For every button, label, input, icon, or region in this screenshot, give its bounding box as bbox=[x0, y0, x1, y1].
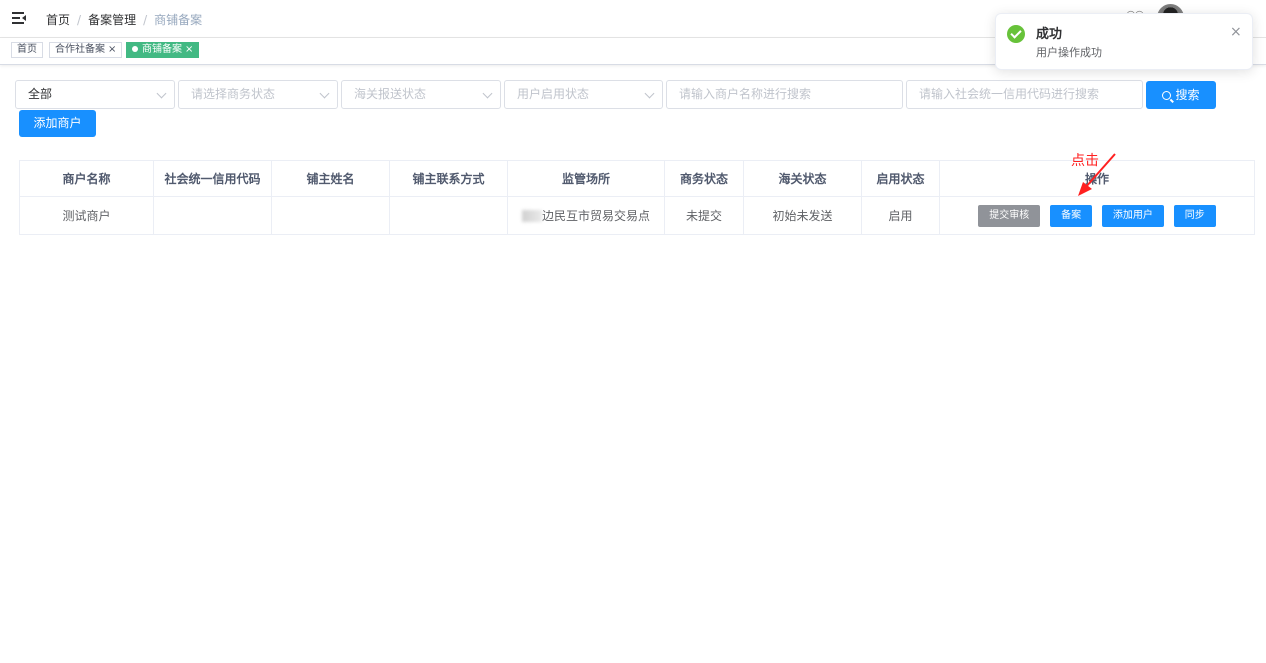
column-header: 铺主联系方式 bbox=[389, 160, 508, 197]
customs-status-cell: 初始未发送 bbox=[743, 196, 862, 235]
merchant-name-search-input[interactable]: 请输入商户名称进行搜索 bbox=[666, 80, 903, 109]
close-icon[interactable]: × bbox=[185, 44, 193, 55]
breadcrumb-home[interactable]: 首页 bbox=[46, 11, 70, 28]
filing-button[interactable]: 备案 bbox=[1050, 204, 1093, 227]
chevron-down-icon bbox=[482, 88, 493, 99]
close-icon[interactable]: × bbox=[1230, 24, 1242, 40]
add-user-button[interactable]: 添加用户 bbox=[1101, 204, 1164, 227]
column-header: 海关状态 bbox=[743, 160, 862, 197]
column-header: 启用状态 bbox=[861, 160, 940, 197]
column-header: 社会统一信用代码 bbox=[153, 160, 272, 197]
table-row: 测试商户 边民互市贸易交易点 未提交 初始未发送 启用 提交审核 备案 添加用户… bbox=[19, 196, 1255, 235]
notification-title: 成功 bbox=[1036, 27, 1063, 42]
user-status-select[interactable]: 用户启用状态 bbox=[504, 80, 663, 109]
breadcrumb-filing-management[interactable]: 备案管理 bbox=[88, 11, 136, 28]
tag-shop-filing[interactable]: 商铺备案 × bbox=[126, 42, 200, 58]
chevron-down-icon bbox=[319, 88, 330, 99]
merchant-name-cell: 测试商户 bbox=[19, 196, 154, 235]
scope-select[interactable]: 全部 bbox=[15, 80, 175, 109]
table-header-row: 商户名称 社会统一信用代码 铺主姓名 铺主联系方式 监管场所 商务状态 海关状态… bbox=[19, 160, 1255, 197]
owner-name-cell bbox=[271, 196, 390, 235]
sync-button[interactable]: 同步 bbox=[1173, 204, 1216, 227]
column-header: 铺主姓名 bbox=[271, 160, 390, 197]
chevron-down-icon bbox=[644, 88, 655, 99]
business-status-select[interactable]: 请选择商务状态 bbox=[178, 80, 338, 109]
close-icon[interactable]: × bbox=[108, 44, 116, 55]
business-status-cell: 未提交 bbox=[664, 196, 744, 235]
breadcrumb: 首页 / 备案管理 / 商铺备案 bbox=[46, 11, 203, 28]
add-merchant-button[interactable]: 添加商户 bbox=[19, 110, 96, 137]
search-button[interactable]: 搜索 bbox=[1146, 81, 1216, 109]
site-cell: 边民互市贸易交易点 bbox=[507, 196, 665, 235]
active-dot-icon bbox=[132, 46, 138, 52]
annotation-label: 点击 bbox=[1071, 153, 1099, 169]
credit-code-search-input[interactable]: 请输入社会统一信用代码进行搜索 bbox=[906, 80, 1143, 109]
enabled-status-cell: 启用 bbox=[861, 196, 940, 235]
owner-contact-cell bbox=[389, 196, 508, 235]
chevron-down-icon bbox=[156, 88, 167, 99]
column-header: 商务状态 bbox=[664, 160, 744, 197]
column-header: 商户名称 bbox=[19, 160, 154, 197]
success-notification: 成功 用户操作成功 × bbox=[995, 13, 1253, 70]
check-circle-icon bbox=[1007, 25, 1025, 43]
column-header: 监管场所 bbox=[507, 160, 665, 197]
notification-message: 用户操作成功 bbox=[1036, 46, 1102, 59]
actions-cell: 提交审核 备案 添加用户 同步 bbox=[939, 196, 1255, 235]
submit-review-button[interactable]: 提交审核 bbox=[978, 204, 1041, 227]
tag-cooperative-filing[interactable]: 合作社备案 × bbox=[49, 42, 123, 58]
redacted-text bbox=[521, 210, 542, 222]
hamburger-menu-icon[interactable] bbox=[12, 11, 26, 25]
credit-code-cell bbox=[153, 196, 272, 235]
search-icon bbox=[1162, 91, 1172, 100]
customs-status-select[interactable]: 海关报送状态 bbox=[341, 80, 501, 109]
breadcrumb-shop-filing: 商铺备案 bbox=[154, 13, 203, 27]
merchant-table: 商户名称 社会统一信用代码 铺主姓名 铺主联系方式 监管场所 商务状态 海关状态… bbox=[19, 160, 1255, 235]
tag-home[interactable]: 首页 bbox=[11, 42, 43, 58]
